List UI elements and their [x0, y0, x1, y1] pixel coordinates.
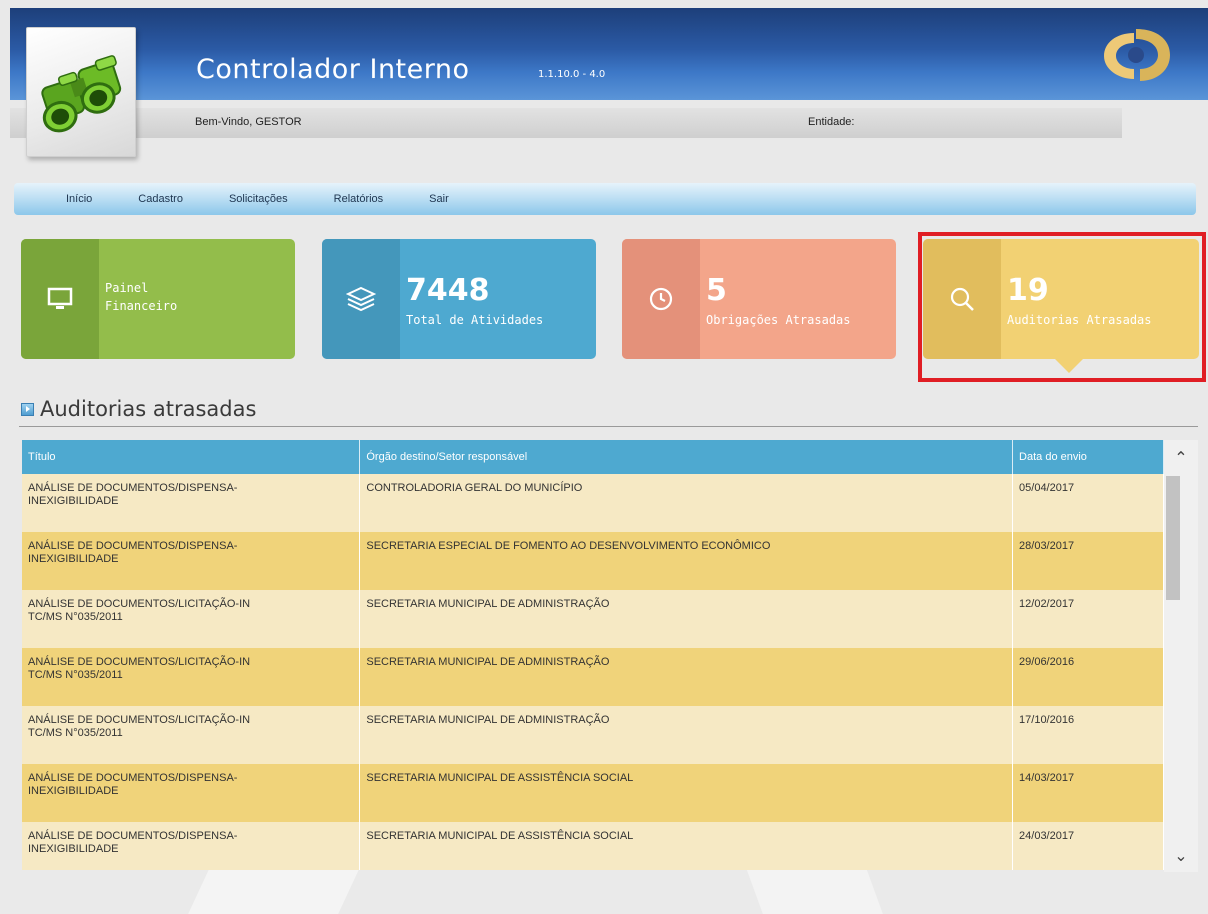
cell-org: SECRETARIA MUNICIPAL DE ADMINISTRAÇÃO [359, 648, 1014, 706]
entity-label: Entidade: [808, 116, 855, 128]
cell-title-line2: TC/MS N°035/2011 [28, 727, 123, 739]
section-arrow-icon [21, 402, 34, 416]
tile-activities-value: 7448 [406, 273, 490, 308]
cell-title-line1: ANÁLISE DE DOCUMENTOS/DISPENSA- [28, 482, 238, 494]
nav-item-sair[interactable]: Sair [429, 193, 449, 205]
table-row[interactable]: ANÁLISE DE DOCUMENTOS/LICITAÇÃO-IN TC/MS … [22, 590, 1164, 648]
table-row[interactable]: ANÁLISE DE DOCUMENTOS/LICITAÇÃO-IN TC/MS … [22, 706, 1164, 764]
cell-date: 28/03/2017 [1012, 532, 1164, 590]
cell-title-line1: ANÁLISE DE DOCUMENTOS/DISPENSA- [28, 540, 238, 552]
tile-obrigacoes-atrasadas[interactable]: 5 Obrigações Atrasadas [622, 239, 896, 359]
app-title: Controlador Interno [196, 54, 470, 85]
table-row[interactable]: ANÁLISE DE DOCUMENTOS/DISPENSA- INEXIGIBI… [22, 474, 1164, 532]
cell-title-line2: INEXIGIBILIDADE [28, 553, 119, 565]
cell-org: SECRETARIA ESPECIAL DE FOMENTO AO DESENV… [359, 532, 1014, 590]
section-divider [19, 426, 1198, 427]
cell-title-line2: INEXIGIBILIDADE [28, 843, 119, 855]
chevron-down-icon[interactable]: ⌄ [1164, 838, 1198, 872]
tile-activities-label: Total de Atividades [406, 313, 544, 327]
main-nav: Início Cadastro Solicitações Relatórios … [14, 183, 1196, 215]
header-bar [10, 8, 1208, 100]
tile-financial-line1: Painel [105, 281, 149, 295]
cell-title-line1: ANÁLISE DE DOCUMENTOS/LICITAÇÃO-IN [28, 598, 251, 610]
cell-org: SECRETARIA MUNICIPAL DE ADMINISTRAÇÃO [359, 706, 1014, 764]
section-title: Auditorias atrasadas [40, 397, 257, 421]
highlight-annotation [918, 232, 1206, 382]
tile-painel-financeiro[interactable]: Painel Financeiro [21, 239, 295, 359]
cell-title-line1: ANÁLISE DE DOCUMENTOS/DISPENSA- [28, 772, 238, 784]
cell-org: SECRETARIA MUNICIPAL DE ASSISTÊNCIA SOCI… [359, 822, 1014, 870]
cell-org: CONTROLADORIA GERAL DO MUNICÍPIO [359, 474, 1014, 532]
column-header-data[interactable]: Data do envio [1012, 440, 1164, 474]
table-scrollbar[interactable]: ⌃ ⌄ [1164, 440, 1198, 872]
cell-title-line2: TC/MS N°035/2011 [28, 611, 123, 623]
column-header-orgao[interactable]: Órgão destino/Setor responsável [359, 440, 1014, 474]
tile-obligations-value: 5 [706, 273, 727, 308]
section-header: Auditorias atrasadas [21, 397, 256, 421]
scrollbar-thumb[interactable] [1166, 476, 1180, 600]
cell-date: 14/03/2017 [1012, 764, 1164, 822]
nav-item-relatorios[interactable]: Relatórios [334, 193, 384, 205]
binoculars-icon [41, 55, 122, 133]
cell-title-line1: ANÁLISE DE DOCUMENTOS/DISPENSA- [28, 830, 238, 842]
clock-icon [622, 239, 700, 359]
tile-financial-line2: Financeiro [105, 299, 178, 313]
nav-item-solicitacoes[interactable]: Solicitações [229, 193, 288, 205]
layers-icon [322, 239, 400, 359]
cell-date: 24/03/2017 [1012, 822, 1164, 870]
cell-date: 12/02/2017 [1012, 590, 1164, 648]
nav-item-cadastro[interactable]: Cadastro [138, 193, 183, 205]
nav-item-inicio[interactable]: Início [66, 193, 92, 205]
cell-date: 29/06/2016 [1012, 648, 1164, 706]
table-row[interactable]: ANÁLISE DE DOCUMENTOS/DISPENSA- INEXIGIBI… [22, 822, 1164, 870]
app-version: 1.1.10.0 - 4.0 [538, 69, 606, 80]
brand-logo-icon [1104, 29, 1170, 81]
cell-date: 05/04/2017 [1012, 474, 1164, 532]
welcome-text: Bem-Vindo, GESTOR [195, 116, 302, 128]
cell-title-line2: INEXIGIBILIDADE [28, 495, 119, 507]
tile-total-atividades[interactable]: 7448 Total de Atividades [322, 239, 596, 359]
header-subbar [10, 108, 1122, 138]
cell-title-line2: INEXIGIBILIDADE [28, 785, 119, 797]
chevron-up-icon[interactable]: ⌃ [1164, 440, 1198, 474]
cell-title-line1: ANÁLISE DE DOCUMENTOS/LICITAÇÃO-IN [28, 714, 251, 726]
table-row[interactable]: ANÁLISE DE DOCUMENTOS/DISPENSA- INEXIGIBI… [22, 532, 1164, 590]
cell-title-line2: TC/MS N°035/2011 [28, 669, 123, 681]
audits-table: Título Órgão destino/Setor responsável D… [22, 440, 1164, 870]
column-header-titulo[interactable]: Título [22, 440, 361, 474]
cell-title-line1: ANÁLISE DE DOCUMENTOS/LICITAÇÃO-IN [28, 656, 251, 668]
cell-date: 17/10/2016 [1012, 706, 1164, 764]
tile-obligations-label: Obrigações Atrasadas [706, 313, 851, 327]
table-row[interactable]: ANÁLISE DE DOCUMENTOS/LICITAÇÃO-IN TC/MS … [22, 648, 1164, 706]
monitor-icon [21, 239, 99, 359]
table-row[interactable]: ANÁLISE DE DOCUMENTOS/DISPENSA- INEXIGIBI… [22, 764, 1164, 822]
cell-org: SECRETARIA MUNICIPAL DE ASSISTÊNCIA SOCI… [359, 764, 1014, 822]
cell-org: SECRETARIA MUNICIPAL DE ADMINISTRAÇÃO [359, 590, 1014, 648]
binoculars-logo [26, 27, 136, 157]
